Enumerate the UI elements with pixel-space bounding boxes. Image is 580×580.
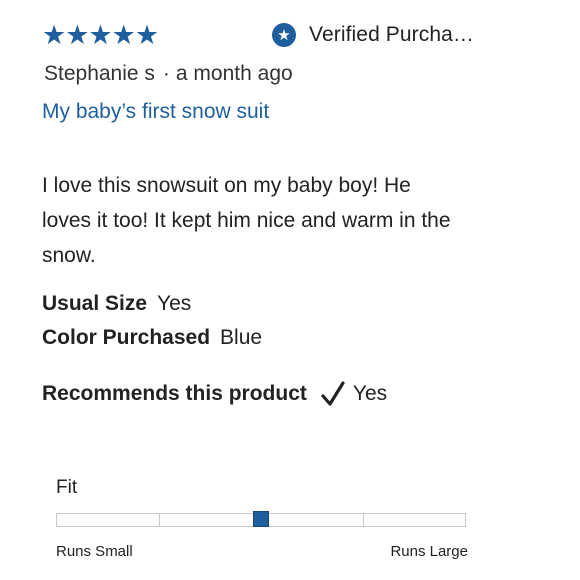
fit-scale-tick [159,514,160,526]
attribute-value: Blue [220,326,263,349]
review-date: a month ago [175,62,293,85]
review-title: My baby’s first snow suit [42,100,270,123]
verified-purchase-label: Verified Purcha… [309,23,475,46]
attribute-key: Color Purchased [42,326,211,349]
verified-star-icon: ★ [272,23,296,47]
attribute-color-purchased: Color Purchased Blue [42,326,262,350]
attribute-key: Usual Size [42,292,148,315]
review-body: I love this snowsuit on my baby boy! He … [42,174,451,267]
recommends-label: Recommends this product [42,382,307,405]
recommends-product: Recommends this product Yes [42,381,387,407]
fit-scale-marker [253,511,269,527]
fit-min-label: Runs Small [56,543,133,560]
attribute-usual-size: Usual Size Yes [42,292,191,316]
review-meta: Stephanie s · a month ago [44,62,293,86]
recommends-value: Yes [352,382,388,405]
star-rating: ★★★★★ [42,20,159,50]
checkmark-icon [321,381,345,407]
fit-max-label: Runs Large [390,543,468,560]
fit-scale-tick [363,514,364,526]
fit-label: Fit [56,477,78,498]
star-icon-group: ★★★★★ [42,20,159,50]
attribute-value: Yes [157,292,192,315]
meta-separator: · [162,62,170,85]
reviewer-name: Stephanie s [44,62,155,85]
verified-purchase-badge: ★ Verified Purcha… [272,23,474,47]
